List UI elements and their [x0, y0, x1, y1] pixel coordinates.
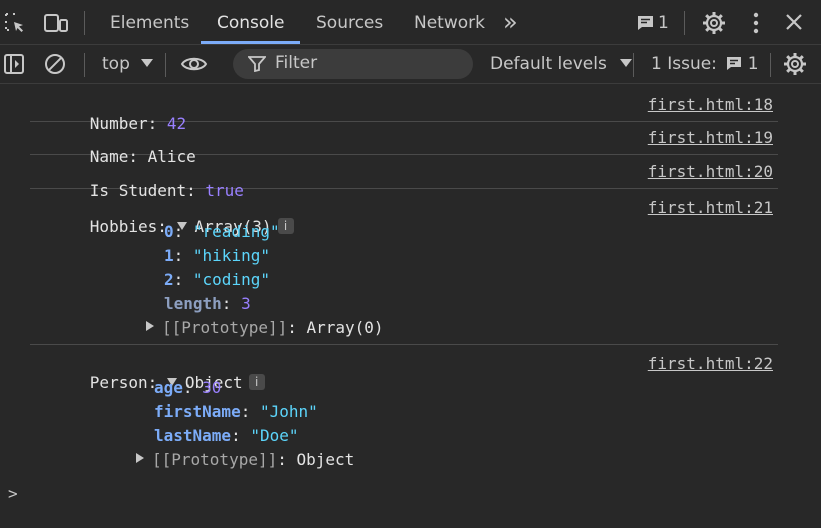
divider: [770, 53, 771, 77]
context-selector[interactable]: top: [102, 54, 154, 74]
message-icon: [726, 56, 742, 76]
log-label: Person:: [89, 373, 158, 392]
object-property: lastName: "Doe": [154, 426, 299, 445]
filter-placeholder: Filter: [275, 53, 318, 73]
info-icon[interactable]: i: [277, 218, 294, 234]
property-key: age: [154, 378, 183, 397]
inspect-element-icon[interactable]: [4, 12, 26, 39]
console-message: Person: Object i first.html:22 age: 30 fi…: [30, 344, 778, 474]
item-value: "reading": [192, 222, 280, 241]
length-key: length: [164, 294, 222, 313]
divider: [684, 11, 685, 35]
array-item: 1: "hiking": [164, 246, 270, 265]
collapse-triangle-icon: [146, 321, 154, 331]
log-levels-dropdown[interactable]: Default levels: [490, 54, 633, 74]
console-message: Hobbies: Array(3) i first.html:21 0: "rea…: [30, 188, 778, 345]
chevron-down-icon: [141, 59, 154, 67]
prototype-value: Array(0): [306, 318, 384, 337]
item-index: 0: [164, 222, 174, 241]
item-index: 2: [164, 270, 174, 289]
settings-gear-icon[interactable]: [702, 11, 726, 40]
prototype-value: Object: [296, 450, 355, 469]
property-value: "Doe": [250, 426, 299, 445]
tab-console[interactable]: Console: [217, 0, 285, 44]
console-settings-gear-icon[interactable]: [783, 52, 807, 81]
tab-network[interactable]: Network: [414, 0, 485, 44]
chevron-down-icon: [620, 59, 633, 67]
property-value: 30: [202, 378, 222, 397]
tab-sources[interactable]: Sources: [316, 0, 383, 44]
info-icon[interactable]: i: [248, 374, 265, 390]
eye-icon[interactable]: [180, 54, 208, 79]
issues-label: 1 Issue:: [651, 54, 717, 74]
issues-button[interactable]: 1 Issue: 1: [651, 54, 759, 76]
object-property: age: 30: [154, 378, 222, 397]
devtools-tab-bar: Elements Console Sources Network » 1: [0, 0, 821, 44]
log-label: Hobbies:: [89, 217, 167, 236]
close-icon[interactable]: [785, 13, 803, 36]
more-options-kebab-icon[interactable]: [752, 12, 760, 39]
property-key: firstName: [154, 402, 241, 421]
more-tabs-button[interactable]: »: [503, 0, 518, 44]
device-toolbar-icon[interactable]: [43, 12, 69, 39]
tab-elements[interactable]: Elements: [110, 0, 189, 44]
sidebar-toggle-icon[interactable]: [3, 53, 25, 80]
console-output: Number: 42 first.html:18 Name: Alice fir…: [0, 84, 821, 528]
property-key: lastName: [154, 426, 232, 445]
source-link[interactable]: first.html:21: [648, 198, 773, 217]
console-message: Number: 42 first.html:18: [30, 88, 778, 133]
object-property: firstName: "John": [154, 402, 318, 421]
divider: [84, 11, 85, 35]
console-toolbar: top Filter Default levels 1 Issue: 1: [0, 44, 821, 84]
filter-input[interactable]: Filter: [233, 49, 473, 79]
console-message: Is Student: true first.html:20: [30, 154, 778, 200]
issues-count: 1: [747, 54, 759, 74]
messages-count[interactable]: 1: [658, 0, 669, 44]
length-value: 3: [241, 294, 251, 313]
array-item: 0: "reading": [164, 222, 280, 241]
filter-funnel-icon: [247, 56, 267, 77]
console-message: Name: Alice first.html:19: [30, 121, 778, 166]
source-link[interactable]: first.html:20: [648, 162, 773, 181]
property-value: "John": [259, 402, 318, 421]
source-link[interactable]: first.html:18: [648, 95, 773, 114]
collapse-triangle-icon: [136, 453, 144, 463]
clear-console-icon[interactable]: [44, 53, 66, 80]
array-item: 2: "coding": [164, 270, 270, 289]
array-length: length: 3: [164, 294, 251, 313]
item-value: "hiking": [192, 246, 270, 265]
source-link[interactable]: first.html:22: [648, 354, 773, 373]
item-index: 1: [164, 246, 174, 265]
message-icon[interactable]: [637, 15, 654, 36]
item-value: "coding": [192, 270, 270, 289]
divider: [633, 53, 634, 77]
prototype-row[interactable]: [[Prototype]]: Object: [136, 450, 354, 469]
source-link[interactable]: first.html:19: [648, 128, 773, 147]
prototype-key: [[Prototype]]: [162, 318, 288, 337]
divider: [165, 53, 166, 77]
context-label: top: [102, 54, 130, 74]
console-prompt[interactable]: >: [8, 484, 18, 503]
divider: [84, 53, 85, 77]
prototype-row[interactable]: [[Prototype]]: Array(0): [146, 318, 384, 337]
log-levels-label: Default levels: [490, 54, 607, 74]
prototype-key: [[Prototype]]: [152, 450, 278, 469]
